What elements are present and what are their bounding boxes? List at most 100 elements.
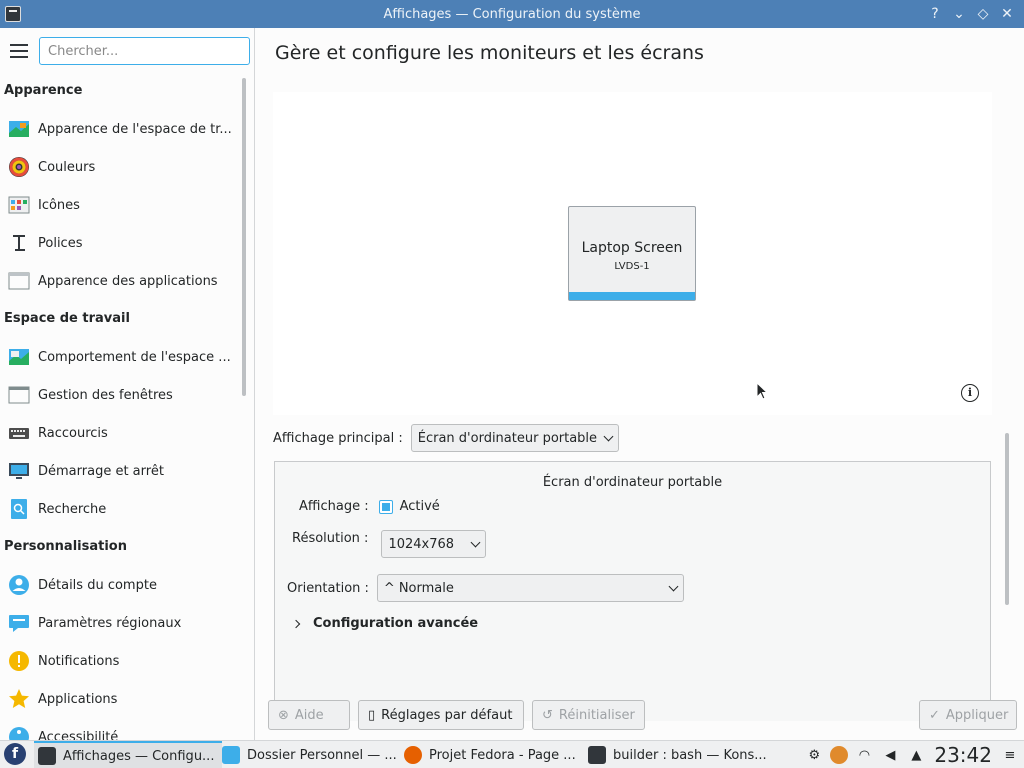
- info-icon[interactable]: i: [961, 384, 979, 402]
- enabled-checkbox[interactable]: [378, 499, 393, 514]
- taskbar: f Affichages — Configu... Dossier Person…: [0, 740, 1024, 768]
- chevron-down-icon: [603, 431, 614, 441]
- advanced-config-toggle[interactable]: Configuration avancée: [291, 616, 479, 631]
- sidebar-item-search[interactable]: Recherche: [0, 490, 244, 528]
- sidebar-item-label: Apparence des applications: [38, 273, 218, 289]
- window-management-icon: [8, 384, 30, 406]
- icons-icon: [8, 194, 30, 216]
- task-dossier-personnel[interactable]: Dossier Personnel — ...: [218, 741, 400, 768]
- monitor-name: Laptop Screen: [581, 240, 683, 256]
- search-input[interactable]: [39, 37, 250, 65]
- monitor-laptop-screen[interactable]: Laptop Screen LVDS-1: [568, 206, 696, 301]
- window-titlebar[interactable]: Affichages — Configuration du système ? …: [0, 0, 1024, 28]
- help-button[interactable]: ⊗ Aide: [268, 700, 350, 730]
- main-content: Gère et configure les moniteurs et les é…: [256, 28, 1024, 740]
- tray-expand-icon[interactable]: ▲: [906, 745, 926, 765]
- minimize-icon[interactable]: ⌄: [950, 4, 968, 24]
- sidebar-item-icons[interactable]: Icônes: [0, 186, 244, 224]
- sidebar-item-label: Couleurs: [38, 159, 96, 175]
- display-label: Affichage :: [299, 499, 369, 514]
- output-settings-panel: Écran d'ordinateur portable Affichage : …: [274, 461, 991, 721]
- main-scrollbar[interactable]: [1005, 433, 1009, 605]
- task-projet-fedora[interactable]: Projet Fedora - Page ...: [400, 741, 584, 768]
- sidebar-item-fonts[interactable]: Polices: [0, 224, 244, 262]
- resolution-value: 1024x768: [388, 536, 455, 552]
- button-bar: ⊗ Aide ▯ Réglages par défaut ↺ Réinitial…: [256, 698, 1024, 734]
- search-icon: [8, 498, 30, 520]
- sidebar-item-app-style[interactable]: Apparence des applications: [0, 262, 244, 300]
- terminal-icon: [588, 746, 606, 764]
- sidebar-item-account[interactable]: Détails du compte: [0, 566, 244, 604]
- primary-display-select[interactable]: Écran d'ordinateur portable: [410, 424, 620, 452]
- task-konsole[interactable]: builder : bash — Kons...: [584, 741, 772, 768]
- apply-button[interactable]: ✓ Appliquer: [919, 700, 1017, 730]
- sidebar-item-label: Comportement de l'espace ...: [38, 349, 231, 365]
- resolution-label: Résolution :: [292, 530, 369, 546]
- sidebar: Apparence Apparence de l'espace de tr...…: [0, 28, 255, 740]
- display-enabled-row: Affichage : Activé: [299, 499, 440, 514]
- sidebar-item-label: Notifications: [38, 653, 120, 669]
- task-label: Dossier Personnel — ...: [247, 747, 397, 763]
- sidebar-item-notifications[interactable]: Notifications: [0, 642, 244, 680]
- sidebar-scrollbar[interactable]: [242, 78, 246, 396]
- sidebar-item-window-management[interactable]: Gestion des fenêtres: [0, 376, 244, 414]
- enabled-label: Activé: [399, 499, 440, 514]
- apply-check-icon: ✓: [929, 707, 940, 723]
- sidebar-item-startup[interactable]: Démarrage et arrêt: [0, 452, 244, 490]
- volume-icon[interactable]: ◀: [880, 745, 900, 765]
- orientation-up-icon: ^: [383, 580, 395, 596]
- sidebar-item-applications[interactable]: Applications: [0, 680, 244, 718]
- sidebar-item-workspace-theme[interactable]: Apparence de l'espace de tr...: [0, 110, 244, 148]
- defaults-button-label: Réglages par défaut: [381, 707, 513, 723]
- keyboard-icon: [8, 422, 30, 444]
- applications-icon: [8, 688, 30, 710]
- sidebar-item-accessibility[interactable]: Accessibilité: [0, 718, 244, 740]
- chevron-right-icon: [291, 619, 301, 628]
- advanced-config-label: Configuration avancée: [313, 616, 479, 631]
- wifi-icon[interactable]: ◠: [854, 745, 874, 765]
- clock[interactable]: 23:42: [934, 743, 992, 767]
- orientation-value: Normale: [398, 580, 454, 596]
- orientation-label: Orientation :: [287, 580, 369, 596]
- primary-display-label: Affichage principal :: [273, 430, 403, 446]
- updates-icon[interactable]: [830, 746, 849, 764]
- sidebar-item-colors[interactable]: Couleurs: [0, 148, 244, 186]
- accessibility-icon: [8, 726, 30, 740]
- sidebar-item-workspace-behavior[interactable]: Comportement de l'espace ...: [0, 338, 244, 376]
- resolution-select[interactable]: 1024x768: [381, 530, 487, 558]
- task-label: Projet Fedora - Page ...: [429, 747, 576, 763]
- close-icon[interactable]: ✕: [998, 4, 1016, 24]
- primary-display-value: Écran d'ordinateur portable: [417, 430, 598, 446]
- window-title: Affichages — Configuration du système: [383, 6, 641, 22]
- regional-icon: [8, 612, 30, 634]
- monitor-layout-area[interactable]: Laptop Screen LVDS-1 i: [273, 92, 992, 415]
- defaults-document-icon: ▯: [368, 707, 376, 723]
- task-label: builder : bash — Kons...: [613, 747, 767, 763]
- apply-button-label: Appliquer: [945, 707, 1009, 723]
- help-lifebuoy-icon: ⊗: [278, 707, 289, 723]
- notifications-icon: [8, 650, 30, 672]
- reset-button[interactable]: ↺ Réinitialiser: [532, 700, 645, 730]
- network-tools-icon[interactable]: ⚙: [804, 745, 824, 765]
- sidebar-item-regional[interactable]: Paramètres régionaux: [0, 604, 244, 642]
- output-title: Écran d'ordinateur portable: [542, 475, 723, 490]
- task-affichages[interactable]: Affichages — Configu...: [34, 741, 222, 768]
- sidebar-item-label: Applications: [38, 691, 118, 707]
- help-icon[interactable]: ?: [926, 4, 944, 24]
- orientation-row: Orientation : ^ Normale: [287, 574, 684, 602]
- reset-button-label: Réinitialiser: [558, 707, 635, 723]
- colors-icon: [8, 156, 30, 178]
- hamburger-menu-icon[interactable]: [10, 44, 28, 58]
- fedora-launcher-icon[interactable]: f: [4, 743, 26, 765]
- page-title: Gère et configure les moniteurs et les é…: [275, 42, 704, 64]
- panel-menu-icon[interactable]: ≡: [1000, 745, 1020, 765]
- app-icon: [5, 6, 21, 22]
- sidebar-item-shortcuts[interactable]: Raccourcis: [0, 414, 244, 452]
- monitor-primary-bar: [569, 292, 695, 300]
- sidebar-item-label: Apparence de l'espace de tr...: [38, 121, 232, 137]
- system-tray: ⚙ ◠ ◀ ▲ 23:42 ≡: [804, 741, 1024, 768]
- maximize-icon[interactable]: ◇: [974, 4, 992, 24]
- orientation-select[interactable]: ^ Normale: [376, 574, 684, 602]
- task-label: Affichages — Configu...: [63, 748, 215, 764]
- defaults-button[interactable]: ▯ Réglages par défaut: [358, 700, 524, 730]
